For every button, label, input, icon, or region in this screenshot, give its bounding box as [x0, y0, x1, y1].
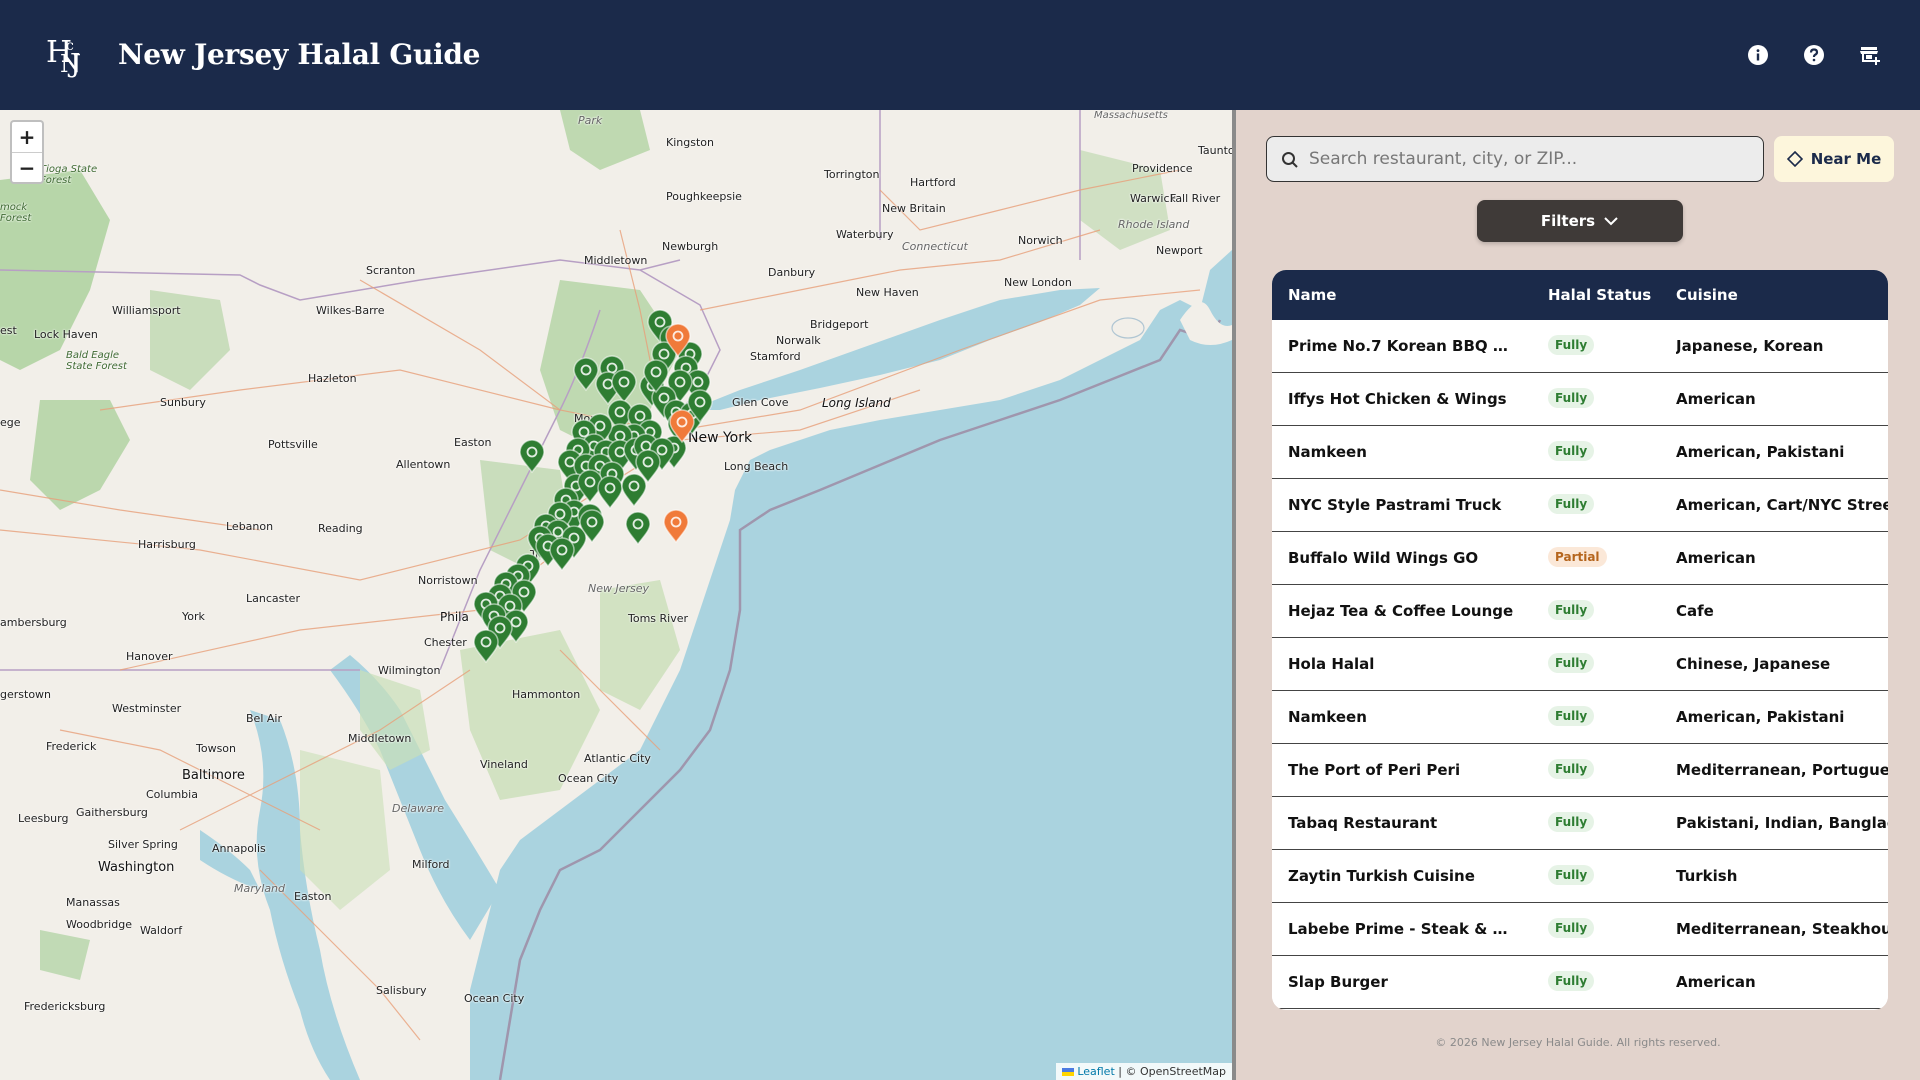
marker-layer[interactable] — [0, 110, 1232, 1080]
site-logo[interactable]: H c J N — [46, 32, 92, 78]
table-row[interactable]: Hola Halal Fully Chinese, Japanese — [1272, 638, 1888, 691]
halal-status-badge: Fully — [1548, 812, 1595, 832]
halal-status-badge: Fully — [1548, 441, 1595, 461]
filters-button[interactable]: Filters — [1477, 200, 1683, 242]
cuisine-text: Mediterranean, Portuguese — [1676, 761, 1888, 779]
leaflet-link[interactable]: Leaflet — [1077, 1065, 1114, 1078]
storefront-add-icon — [1860, 47, 1880, 65]
cuisine-text: American, Pakistani — [1676, 708, 1845, 726]
map-marker-fully[interactable] — [625, 511, 651, 546]
location-icon — [1786, 151, 1803, 167]
near-me-label: Near Me — [1810, 150, 1882, 168]
zoom-out-button[interactable]: − — [12, 152, 42, 182]
restaurant-name: Tabaq Restaurant — [1288, 814, 1438, 832]
table-row[interactable]: Tabaq Restaurant Fully Pakistani, Indian, … — [1272, 797, 1888, 850]
halal-status-badge: Fully — [1548, 388, 1595, 408]
search-input[interactable] — [1309, 137, 1749, 181]
table-row[interactable]: Namkeen Fully American, Pakistani — [1272, 691, 1888, 744]
halal-status-badge: Fully — [1548, 759, 1595, 779]
map-marker-fully[interactable] — [549, 537, 575, 572]
cuisine-text: Turkish — [1676, 867, 1738, 885]
table-row[interactable]: Iffys Hot Chicken & Wings Fully American — [1272, 373, 1888, 426]
table-row[interactable]: NYC Style Pastrami Truck Fully American, C… — [1272, 479, 1888, 532]
cuisine-text: Chinese, Japanese — [1676, 655, 1831, 673]
restaurant-name: Hola Halal — [1288, 655, 1375, 673]
restaurant-name: Hejaz Tea & Coffee Lounge — [1288, 602, 1514, 620]
halal-status-badge: Fully — [1548, 494, 1595, 514]
cuisine-text: American, Pakistani — [1676, 443, 1845, 461]
restaurant-name: The Port of Peri Peri — [1288, 761, 1461, 779]
near-me-button[interactable]: Near Me — [1774, 136, 1894, 182]
map-marker-partial[interactable] — [663, 509, 689, 544]
cuisine-text: Japanese, Korean — [1676, 337, 1824, 355]
zoom-in-button[interactable]: + — [12, 122, 42, 152]
halal-status-badge: Fully — [1548, 653, 1595, 673]
chevron-down-icon — [1604, 217, 1618, 226]
map-marker-fully[interactable] — [519, 439, 545, 474]
halal-status-badge: Fully — [1548, 335, 1595, 355]
table-row[interactable]: Labebe Prime - Steak & Se... Fully Mediter… — [1272, 903, 1888, 956]
osm-attribution[interactable]: © OpenStreetMap — [1125, 1065, 1226, 1078]
restaurant-name: Namkeen — [1288, 708, 1367, 726]
help-icon — [1804, 45, 1824, 65]
halal-status-badge: Fully — [1548, 706, 1595, 726]
restaurant-name: Slap Burger — [1288, 973, 1388, 991]
map-attribution: Leaflet | © OpenStreetMap — [1055, 1063, 1232, 1080]
restaurant-map[interactable]: Park Kingston Massachusetts Taunto Tioga… — [0, 110, 1232, 1080]
info-button[interactable] — [1746, 43, 1770, 67]
add-restaurant-button[interactable] — [1858, 43, 1882, 67]
map-marker-fully[interactable] — [573, 357, 599, 392]
cuisine-text: Mediterranean, Steakhouse — [1676, 920, 1888, 938]
restaurant-name: NYC Style Pastrami Truck — [1288, 496, 1502, 514]
ukraine-flag-icon — [1061, 1068, 1074, 1076]
cuisine-text: American, Cart/NYC Street — [1676, 496, 1888, 514]
attribution-separator: | — [1118, 1065, 1122, 1078]
restaurant-name: Namkeen — [1288, 443, 1367, 461]
footer-text: © 2026 New Jersey Halal Guide. All right… — [1435, 1036, 1721, 1049]
halal-status-badge: Fully — [1548, 971, 1595, 991]
search-field[interactable] — [1266, 136, 1764, 182]
zoom-control: + − — [10, 120, 44, 184]
table-row[interactable]: Prime No.7 Korean BBQ & ... Fully Japanese… — [1272, 320, 1888, 373]
cuisine-text: American — [1676, 549, 1756, 567]
column-header-cuisine[interactable]: Cuisine — [1676, 286, 1738, 304]
map-marker-fully[interactable] — [473, 629, 499, 664]
restaurant-name: Buffalo Wild Wings GO — [1288, 549, 1479, 567]
table-row[interactable]: Buffalo Wild Wings GO Partial American — [1272, 532, 1888, 585]
table-row[interactable]: The Port of Peri Peri Fully Mediterranean,… — [1272, 744, 1888, 797]
restaurant-name: Labebe Prime - Steak & Se... — [1288, 920, 1518, 938]
column-header-status[interactable]: Halal Status — [1548, 286, 1651, 304]
column-header-name[interactable]: Name — [1288, 286, 1336, 304]
table-row[interactable]: Slap Burger Fully American — [1272, 956, 1888, 1009]
table-body: Prime No.7 Korean BBQ & ... Fully Japanese… — [1272, 320, 1888, 1009]
info-icon — [1748, 45, 1768, 65]
table-row[interactable]: Zaytin Turkish Cuisine Fully Turkish — [1272, 850, 1888, 903]
cuisine-text: American — [1676, 390, 1756, 408]
map-marker-fully[interactable] — [597, 475, 623, 510]
halal-status-badge: Fully — [1548, 918, 1595, 938]
halal-status-badge: Partial — [1548, 547, 1607, 567]
help-button[interactable] — [1802, 43, 1826, 67]
map-marker-fully[interactable] — [611, 369, 637, 404]
table-header: Name Halal Status Cuisine — [1272, 270, 1888, 320]
filters-label: Filters — [1540, 212, 1596, 230]
site-title: New Jersey Halal Guide — [118, 38, 481, 71]
search-icon — [1282, 152, 1298, 168]
table-row[interactable]: Hejaz Tea & Coffee Lounge Fully Cafe — [1272, 585, 1888, 638]
restaurant-name: Prime No.7 Korean BBQ & ... — [1288, 337, 1518, 355]
restaurant-table: Name Halal Status Cuisine Prime No.7 Kor… — [1272, 270, 1888, 1010]
halal-status-badge: Fully — [1548, 865, 1595, 885]
app-header: H c J N New Jersey Halal Guide — [0, 0, 1920, 110]
restaurant-name: Zaytin Turkish Cuisine — [1288, 867, 1475, 885]
panel-divider[interactable] — [1232, 110, 1236, 1080]
cuisine-text: Cafe — [1676, 602, 1714, 620]
svg-text:N: N — [60, 50, 81, 78]
cuisine-text: Pakistani, Indian, Banglad... — [1676, 814, 1888, 832]
halal-status-badge: Fully — [1548, 600, 1595, 620]
table-row[interactable]: Namkeen Fully American, Pakistani — [1272, 426, 1888, 479]
restaurant-name: Iffys Hot Chicken & Wings — [1288, 390, 1507, 408]
map-marker-fully[interactable] — [621, 473, 647, 508]
cuisine-text: American — [1676, 973, 1756, 991]
